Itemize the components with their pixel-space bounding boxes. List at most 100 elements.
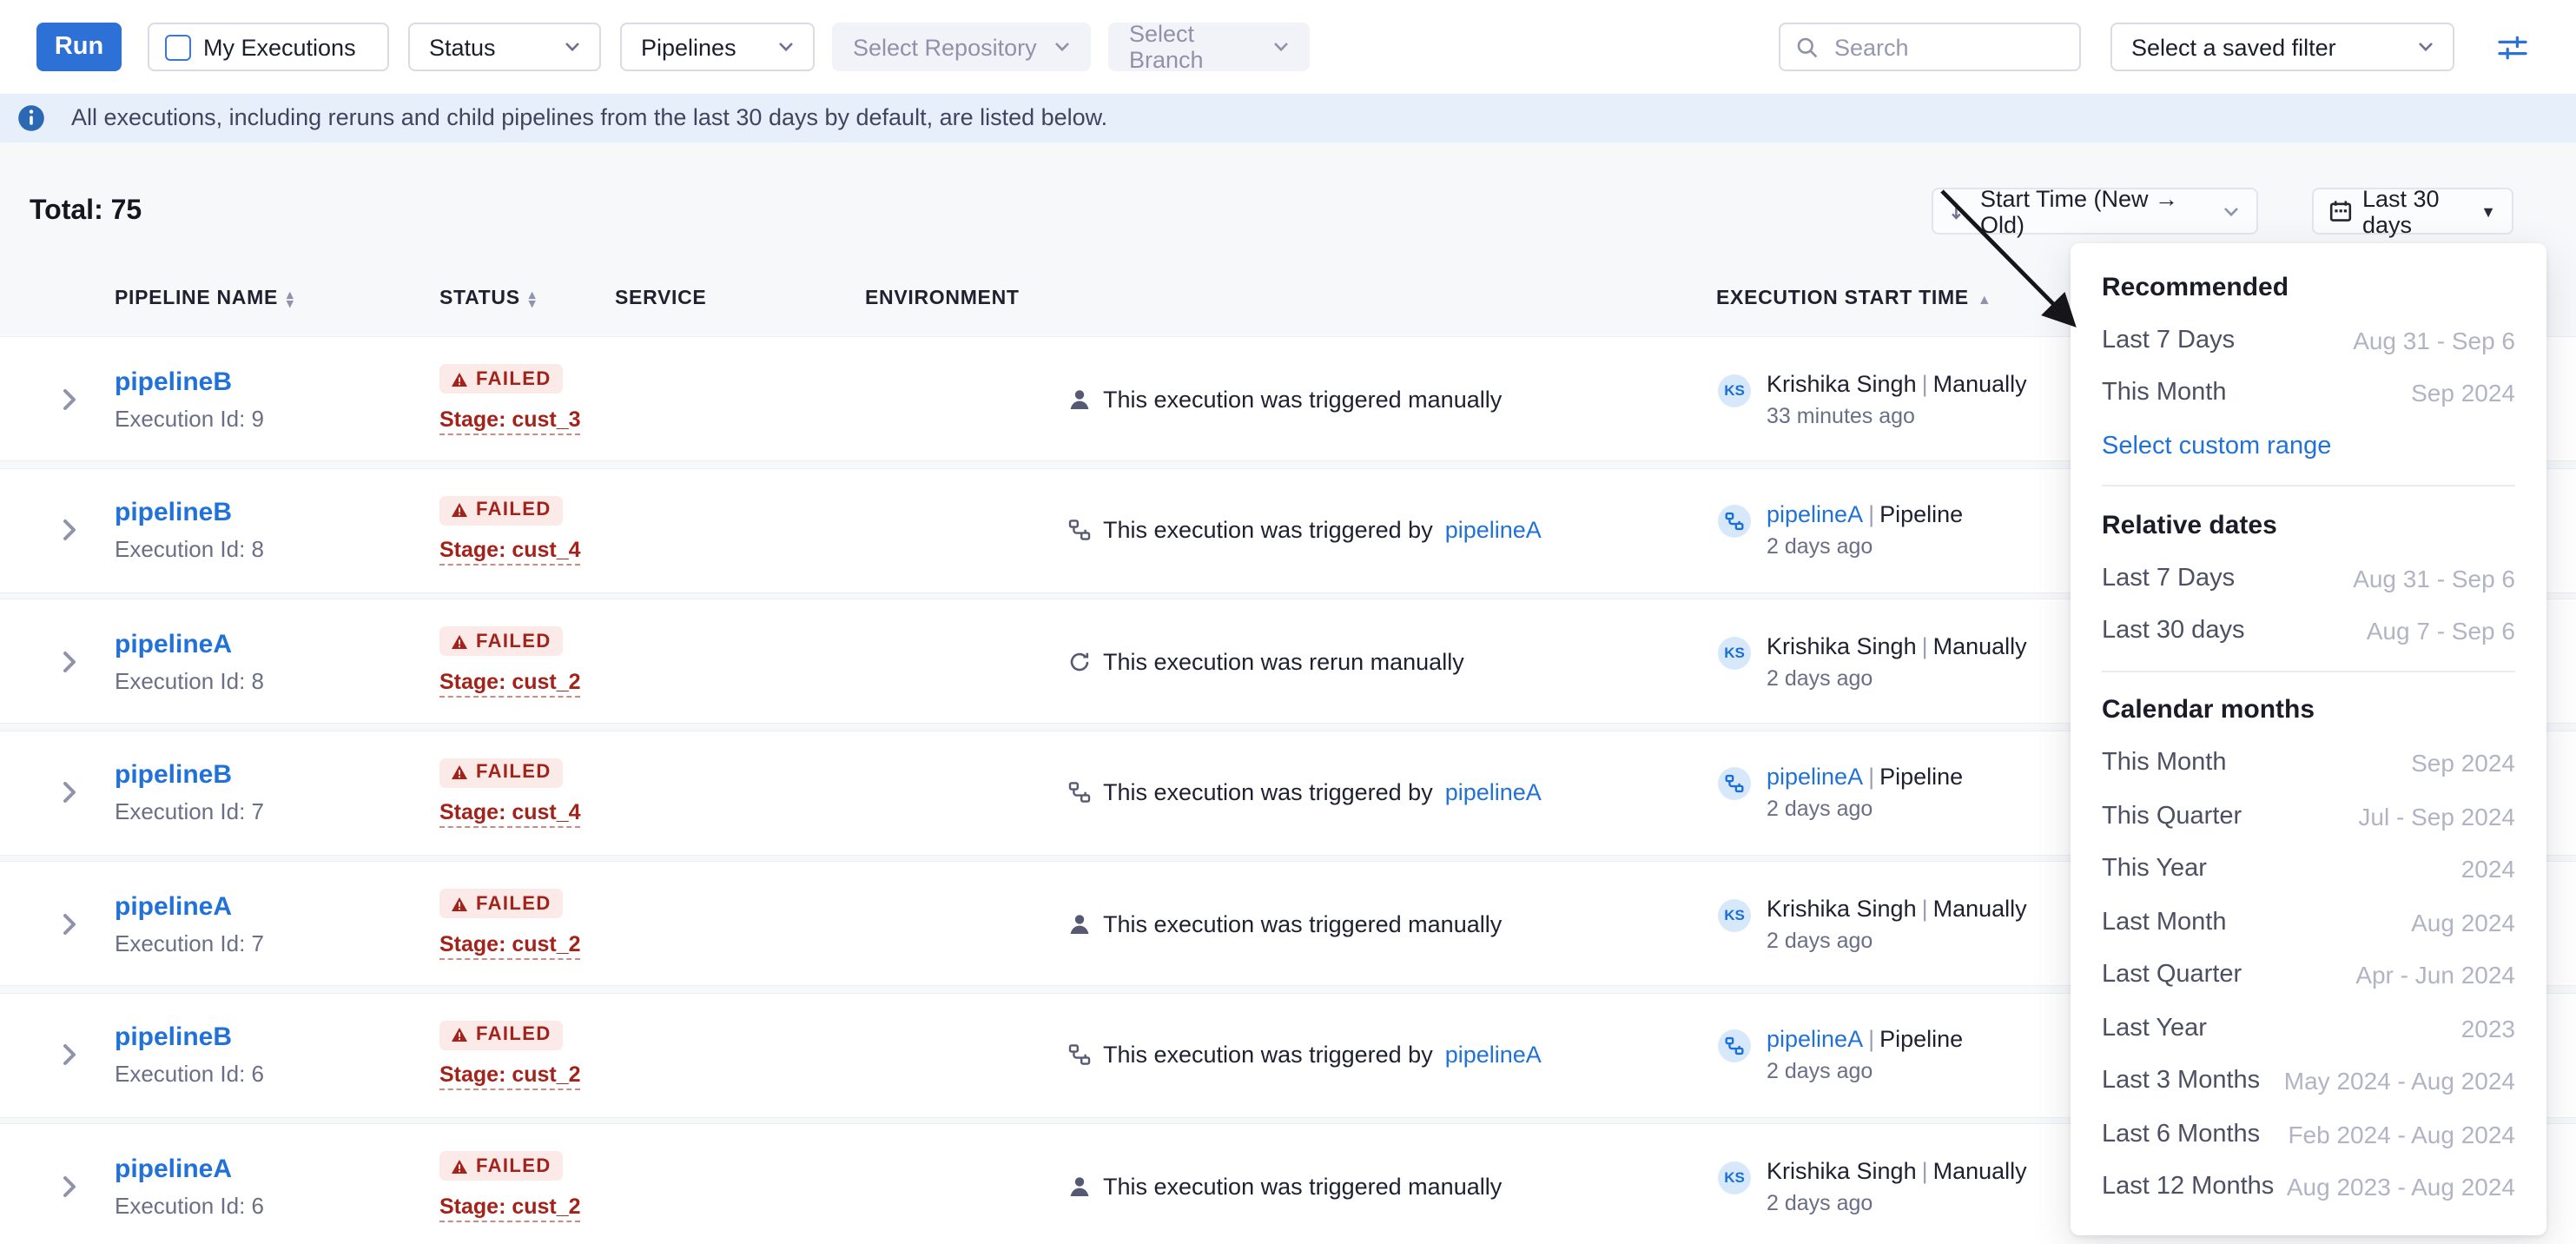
pipeline-name-link[interactable]: pipelineA: [115, 1154, 232, 1183]
status-badge: FAILED: [439, 495, 564, 525]
menu-item-date-range: Feb 2024 - Aug 2024: [2288, 1121, 2515, 1148]
pipeline-name-link[interactable]: pipelineB: [115, 498, 232, 527]
menu-item-last-6-months[interactable]: Last 6 MonthsFeb 2024 - Aug 2024: [2102, 1108, 2515, 1161]
sort-dropdown[interactable]: Start Time (New → Old): [1932, 188, 2258, 235]
menu-item-last-3-months[interactable]: Last 3 MonthsMay 2024 - Aug 2024: [2102, 1055, 2515, 1108]
status-label: FAILED: [476, 500, 552, 520]
failed-stage-link[interactable]: Stage: cust_3: [439, 407, 581, 434]
trigger-type: Pipeline: [1879, 1026, 1963, 1052]
menu-item-label: Last 7 Days: [2102, 565, 2235, 592]
menu-item-last-year[interactable]: Last Year2023: [2102, 1002, 2515, 1055]
search-field[interactable]: [1779, 23, 2081, 72]
failed-stage-link[interactable]: Stage: cust_4: [439, 538, 581, 566]
trigger-cell: This execution was triggered by pipeline…: [1068, 1042, 1542, 1068]
sort-arrows-icon[interactable]: ▴▾: [529, 289, 536, 308]
menu-item-last-month[interactable]: Last MonthAug 2024: [2102, 896, 2515, 949]
pipeline-name-cell: pipelineB Execution Id: 9: [115, 367, 264, 431]
execution-time: 2 days ago: [1767, 797, 1963, 821]
expand-chevron-icon[interactable]: [63, 781, 76, 804]
menu-item-this-quarter[interactable]: This QuarterJul - Sep 2024: [2102, 790, 2515, 843]
my-executions-checkbox[interactable]: [165, 34, 191, 60]
trigger-pipeline-link[interactable]: pipelineA: [1445, 1042, 1542, 1068]
pipeline-name-link[interactable]: pipelineB: [115, 367, 232, 396]
pipeline-avatar: [1718, 1029, 1751, 1062]
status-badge: FAILED: [439, 889, 564, 918]
pipeline-icon: [1068, 781, 1091, 804]
starter-name: Krishika Singh: [1767, 370, 1917, 396]
menu-item-last-7-days[interactable]: Last 7 DaysAug 31 - Sep 6: [2102, 552, 2515, 605]
saved-filter-dropdown[interactable]: Select a saved filter: [2110, 23, 2454, 72]
expand-chevron-icon[interactable]: [63, 912, 76, 935]
menu-item-last-12-months[interactable]: Last 12 MonthsAug 2023 - Aug 2024: [2102, 1161, 2515, 1214]
trigger-text: This execution was triggered manually: [1103, 910, 1502, 936]
status-label: FAILED: [476, 368, 552, 389]
date-range-dropdown[interactable]: Last 30 days ▼: [2312, 188, 2513, 235]
starter-pipeline-link[interactable]: pipelineA: [1767, 501, 1863, 527]
pipeline-name-link[interactable]: pipelineB: [115, 1022, 232, 1052]
select-branch-dropdown[interactable]: Select Branch: [1108, 23, 1310, 72]
pipeline-name-link[interactable]: pipelineA: [115, 891, 232, 921]
expand-chevron-icon[interactable]: [63, 387, 76, 410]
menu-item-select-custom-range[interactable]: Select custom range: [2102, 420, 2515, 473]
trigger-pipeline-link[interactable]: pipelineA: [1445, 517, 1542, 543]
starter-pipeline-link[interactable]: pipelineA: [1767, 764, 1863, 790]
status-dropdown[interactable]: Status: [408, 23, 601, 72]
menu-item-date-range: Sep 2024: [2411, 380, 2515, 407]
pipeline-name-link[interactable]: pipelineB: [115, 760, 232, 790]
filter-settings-icon[interactable]: [2498, 34, 2527, 60]
failed-stage-link[interactable]: Stage: cust_2: [439, 1194, 581, 1221]
calendar-icon: [2329, 200, 2352, 222]
expand-chevron-icon[interactable]: [63, 1175, 76, 1197]
menu-item-last-quarter[interactable]: Last QuarterApr - Jun 2024: [2102, 949, 2515, 1002]
pipelines-dropdown[interactable]: Pipelines: [620, 23, 815, 72]
menu-item-last-7-days[interactable]: Last 7 DaysAug 31 - Sep 6: [2102, 314, 2515, 367]
execution-start-cell: KS Krishika Singh|Manually 33 minutes ag…: [1718, 370, 2027, 427]
rerun-icon: [1068, 650, 1091, 672]
failed-stage-link[interactable]: Stage: cust_2: [439, 669, 581, 697]
trigger-pipeline-link[interactable]: pipelineA: [1445, 779, 1542, 805]
status-cell: FAILED Stage: cust_2: [439, 1150, 581, 1221]
trigger-cell: This execution was triggered manually: [1068, 910, 1502, 936]
my-executions-filter[interactable]: My Executions: [148, 23, 389, 72]
menu-item-last-30-days[interactable]: Last 30 daysAug 7 - Sep 6: [2102, 605, 2515, 658]
separator: |: [1863, 1026, 1879, 1052]
menu-section-header-label: Relative dates: [2102, 511, 2277, 540]
menu-section-header: Calendar months: [2102, 684, 2515, 737]
trigger-text: This execution was rerun manually: [1103, 648, 1464, 674]
sort-ascending-icon[interactable]: ▲: [1978, 291, 1992, 307]
expand-chevron-icon[interactable]: [63, 519, 76, 541]
menu-item-this-month[interactable]: This MonthSep 2024: [2102, 737, 2515, 790]
starter-pipeline-link[interactable]: pipelineA: [1767, 1026, 1863, 1052]
expand-chevron-icon[interactable]: [63, 1043, 76, 1066]
failed-stage-link[interactable]: Stage: cust_2: [439, 1062, 581, 1090]
column-header-execution-start-time[interactable]: EXECUTION START TIME▲: [1716, 288, 1991, 309]
failed-stage-link[interactable]: Stage: cust_2: [439, 931, 581, 959]
execution-start-cell: KS Krishika Singh|Manually 2 days ago: [1718, 1157, 2027, 1214]
pipeline-name-cell: pipelineA Execution Id: 8: [115, 629, 264, 693]
execution-start-cell: KS Krishika Singh|Manually 2 days ago: [1718, 632, 2027, 690]
column-header-pipeline-name[interactable]: PIPELINE NAME▴▾: [115, 288, 294, 309]
menu-item-date-range: 2024: [2461, 856, 2515, 883]
starter-name-line: pipelineA|Pipeline: [1767, 501, 1963, 527]
failed-stage-link[interactable]: Stage: cust_4: [439, 800, 581, 828]
run-button[interactable]: Run: [36, 23, 122, 72]
select-repository-label: Select Repository: [853, 34, 1037, 60]
status-badge: FAILED: [439, 758, 564, 787]
menu-section-header-label: Recommended: [2102, 273, 2289, 302]
menu-item-date-range: May 2024 - Aug 2024: [2284, 1068, 2515, 1095]
column-header-status[interactable]: STATUS▴▾: [439, 288, 536, 309]
sort-arrows-icon[interactable]: ▴▾: [287, 289, 294, 308]
pipeline-name-cell: pipelineB Execution Id: 6: [115, 1022, 264, 1087]
expand-chevron-icon[interactable]: [63, 650, 76, 672]
menu-item-label: Last Year: [2102, 1015, 2207, 1042]
separator: |: [1863, 501, 1879, 527]
starter-avatar: KS: [1718, 898, 1751, 931]
menu-item-label: Last 30 days: [2102, 618, 2244, 645]
select-repository-dropdown[interactable]: Select Repository: [832, 23, 1091, 72]
menu-item-this-year[interactable]: This Year2024: [2102, 843, 2515, 896]
execution-id: Execution Id: 8: [115, 667, 264, 693]
search-input[interactable]: [1831, 32, 2060, 62]
menu-item-this-month[interactable]: This MonthSep 2024: [2102, 367, 2515, 420]
trigger-cell: This execution was triggered manually: [1068, 1173, 1502, 1199]
pipeline-name-link[interactable]: pipelineA: [115, 629, 232, 658]
